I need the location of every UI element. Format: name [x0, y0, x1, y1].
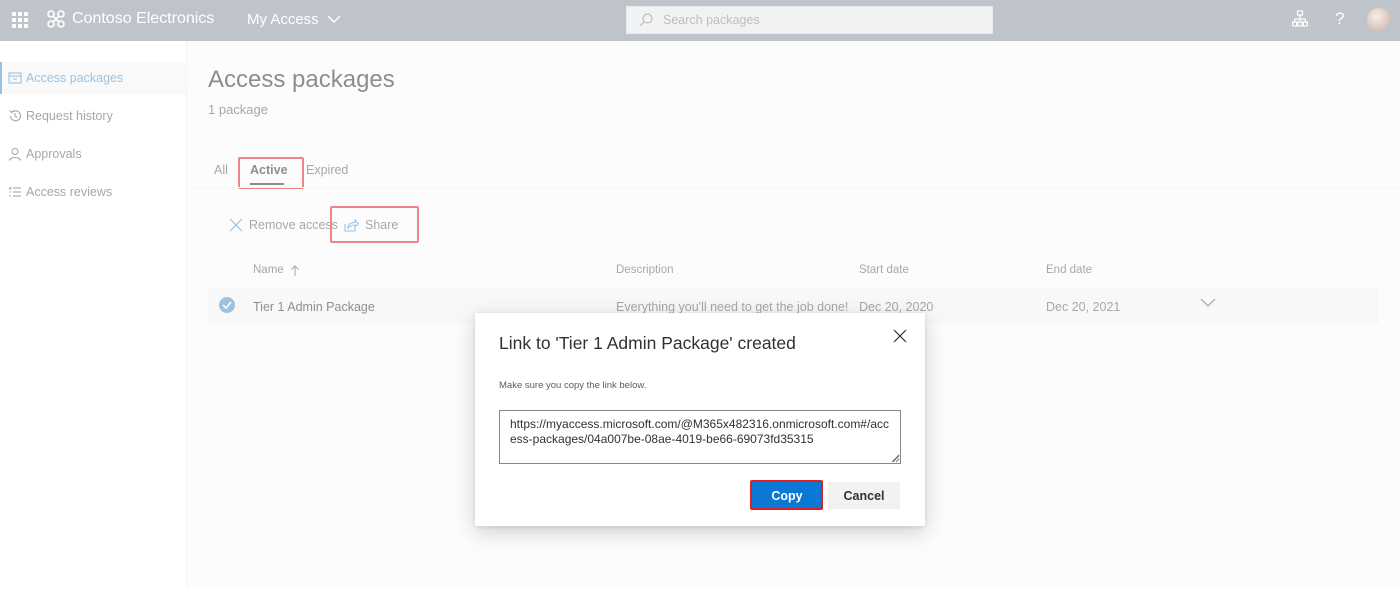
close-icon[interactable] [893, 329, 907, 343]
copy-button[interactable]: Copy [751, 482, 823, 509]
link-textarea[interactable]: https://myaccess.microsoft.com/@M365x482… [499, 410, 901, 464]
resize-grip-icon[interactable] [892, 455, 900, 463]
dialog-title: Link to 'Tier 1 Admin Package' created [499, 333, 796, 353]
dialog-hint: Make sure you copy the link below. [499, 380, 647, 391]
share-link-dialog: Link to 'Tier 1 Admin Package' created M… [475, 313, 925, 526]
cancel-button[interactable]: Cancel [828, 482, 900, 509]
